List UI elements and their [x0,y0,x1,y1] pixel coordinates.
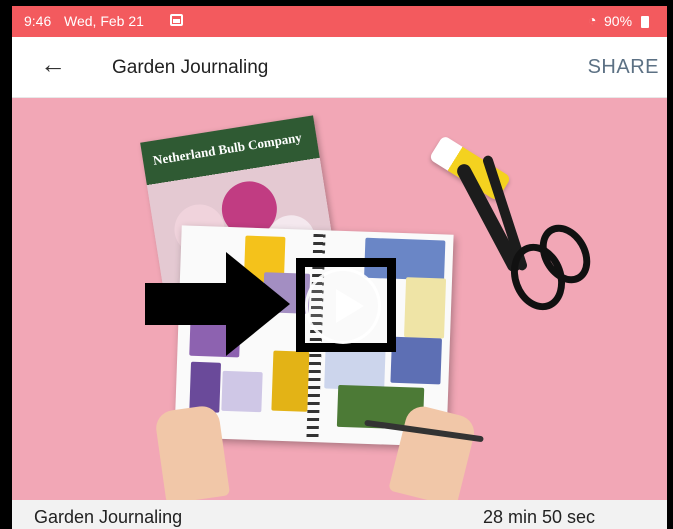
video-title: Garden Journaling [34,507,183,527]
wifi-icon: ◔ [588,12,597,28]
video-duration: 28 min 50 sec [482,507,595,527]
status-date: Wed, Feb 21 [64,13,144,29]
arrow-right-icon [226,252,290,356]
video-thumbnail[interactable]: Netherland Bulb Company [12,98,667,500]
play-icon[interactable] [305,268,381,344]
arrow-left-icon[interactable]: ← [40,51,66,77]
battery-percentage: 90% [604,13,633,29]
arrow-right-icon [145,283,231,325]
hand-image [153,403,231,500]
share-button[interactable]: SHARE [588,56,659,79]
photo [189,361,222,413]
app-screen: 9:46 Wed, Feb 21 ◔ 90% ← Garden Journali… [12,6,667,529]
catalog-title: Netherland Bulb Company [151,129,303,168]
photo [271,350,310,412]
page-title: Garden Journaling [112,57,269,78]
image-notification-icon [170,14,183,26]
photo [390,336,442,385]
video-info-bar: Garden Journaling 28 min 50 sec [12,500,667,529]
photo [404,277,447,339]
app-bar: ← Garden Journaling SHARE [12,37,667,98]
photo [221,370,263,413]
status-time: 9:46 [24,13,52,29]
battery-icon [641,16,649,28]
status-bar: 9:46 Wed, Feb 21 ◔ 90% [12,6,667,37]
